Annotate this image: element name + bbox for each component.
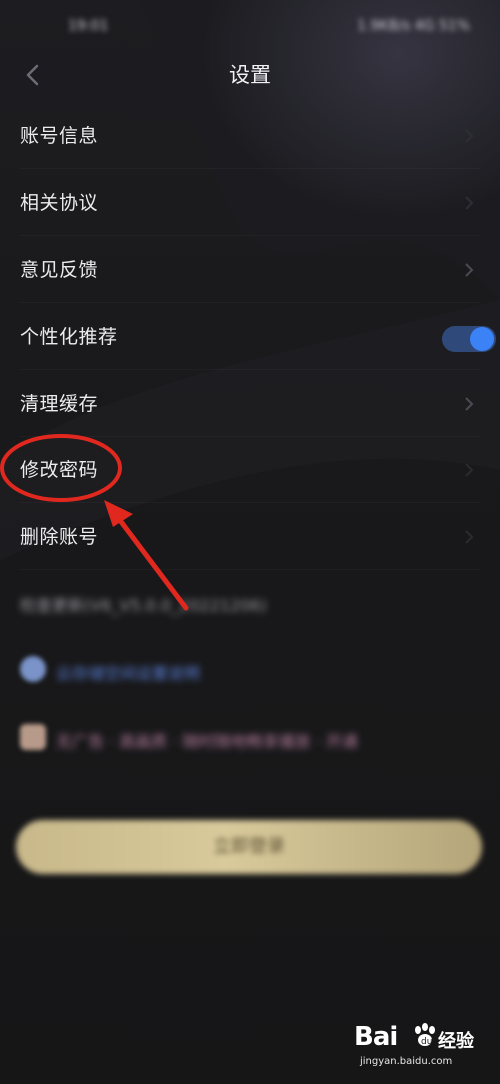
cloud-storage-link[interactable]: 云存储空间设置说明 xyxy=(56,660,200,684)
chevron-right-icon xyxy=(465,196,474,210)
menu-item-delete-account[interactable]: 删除账号 xyxy=(0,504,500,570)
personalized-recommendation-toggle[interactable] xyxy=(442,326,496,352)
status-indicators: 1.9KB/s 4G 51% xyxy=(357,18,470,34)
menu-item-feedback[interactable]: 意见反馈 xyxy=(0,237,500,303)
menu-item-label: 修改密码 xyxy=(20,459,99,481)
chevron-right-icon xyxy=(465,263,474,277)
chevron-right-icon xyxy=(465,397,474,411)
chevron-right-icon xyxy=(465,463,474,477)
watermark-domain: jingyan.baidu.com xyxy=(360,1056,453,1067)
login-button[interactable]: 立即登录 xyxy=(16,820,482,874)
cloud-icon xyxy=(20,656,46,682)
divider xyxy=(20,502,480,503)
page-title: 设置 xyxy=(229,63,271,87)
menu-item-label: 意见反馈 xyxy=(20,259,99,281)
menu-item-label: 相关协议 xyxy=(20,192,99,214)
status-time: 19:01 xyxy=(68,18,109,34)
version-check-text[interactable]: 检查更新(V6_V5.0.0_20221206) xyxy=(20,592,267,616)
menu-item-label: 账号信息 xyxy=(20,125,99,147)
vip-crown-icon xyxy=(20,724,46,750)
menu-item-clear-cache[interactable]: 清理缓存 xyxy=(0,371,500,437)
vip-promo-text[interactable]: 无广告 · 高画质 · 随时随地畅享播放 · 开通 xyxy=(56,728,358,752)
divider xyxy=(20,235,480,236)
settings-screen: 19:01 1.9KB/s 4G 51% 设置 账号信息 相关协议 意见反馈 个… xyxy=(0,0,500,1084)
toggle-knob xyxy=(470,327,494,351)
divider xyxy=(20,168,480,169)
watermark-brand: Bai xyxy=(354,1022,398,1052)
divider xyxy=(20,569,480,570)
login-button-label: 立即登录 xyxy=(213,836,285,857)
menu-item-change-password[interactable]: 修改密码 xyxy=(0,437,500,503)
watermark-suffix: 经验 xyxy=(438,1031,474,1052)
menu-item-agreements[interactable]: 相关协议 xyxy=(0,170,500,236)
paw-icon: du xyxy=(415,1023,435,1047)
baidu-jingyan-watermark: Bai du 经验 jingyan.baidu.com xyxy=(354,1022,484,1076)
menu-item-label: 个性化推荐 xyxy=(20,326,118,348)
menu-item-account-info[interactable]: 账号信息 xyxy=(0,103,500,169)
chevron-right-icon xyxy=(465,129,474,143)
menu-item-label: 清理缓存 xyxy=(20,393,99,415)
divider xyxy=(20,369,480,370)
status-bar: 19:01 1.9KB/s 4G 51% xyxy=(0,0,500,60)
svg-text:du: du xyxy=(421,1037,432,1047)
chevron-right-icon xyxy=(465,530,474,544)
divider xyxy=(20,302,480,303)
menu-item-label: 删除账号 xyxy=(20,526,99,548)
menu-item-personalized-recommendation: 个性化推荐 xyxy=(0,304,500,370)
